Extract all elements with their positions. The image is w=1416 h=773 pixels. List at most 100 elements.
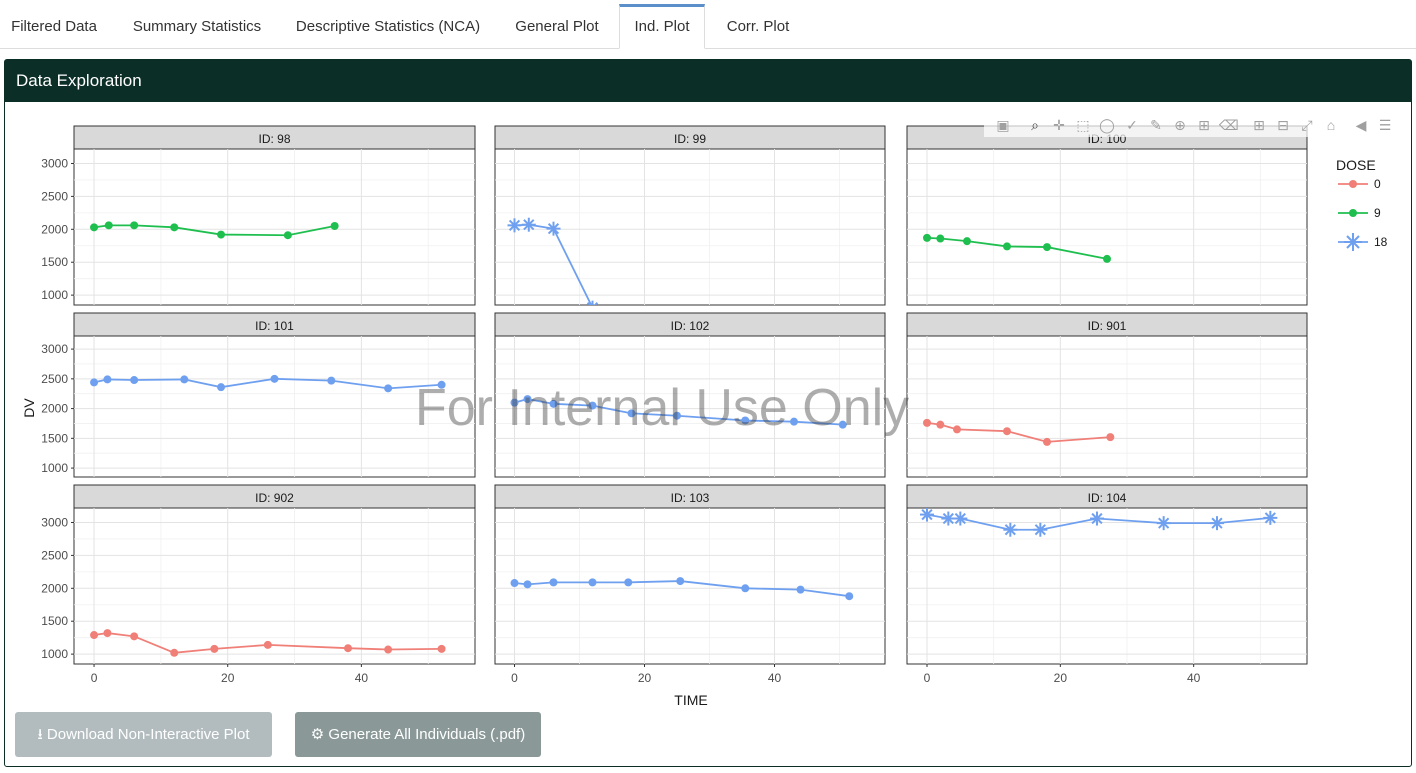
data-point	[790, 417, 798, 426]
y-tick-label: 1500	[41, 255, 68, 269]
facet-103: ID: 103 0 20 40	[494, 484, 886, 685]
lasso-select-icon[interactable]: ◯	[1098, 116, 1116, 134]
data-point	[624, 578, 633, 587]
x-tick-label: 40	[355, 671, 369, 685]
gear-icon: ⚙	[310, 726, 325, 743]
draw-circle-icon[interactable]: ⊕	[1171, 116, 1189, 134]
legend-label: 9	[1374, 206, 1381, 220]
data-point	[384, 645, 393, 654]
data-point	[588, 401, 597, 410]
data-point	[923, 418, 931, 427]
facet-panel	[73, 507, 476, 665]
generate-button-label: Generate All Individuals (.pdf)	[328, 726, 526, 743]
x-tick-label: 20	[638, 671, 652, 685]
facet-panel	[906, 148, 1308, 306]
data-point	[263, 640, 272, 649]
data-point	[523, 580, 532, 589]
data-point	[923, 233, 931, 242]
x-tick-label: 20	[221, 671, 235, 685]
data-point	[180, 375, 189, 384]
data-point	[523, 395, 532, 404]
facet-901: ID: 901	[906, 312, 1308, 478]
camera-icon[interactable]: ▣	[994, 116, 1012, 134]
legend: DOSE 0 9 18	[1336, 157, 1388, 251]
x-tick-label: 0	[924, 671, 931, 685]
data-point	[796, 585, 805, 594]
y-tick-label: 2500	[41, 372, 68, 386]
facet-98: ID: 98 1000 1500 2000 2500 3000	[41, 125, 476, 306]
data-point	[217, 383, 226, 392]
erase-shape-icon[interactable]: ⌫	[1219, 116, 1239, 134]
facet-100: ID: 100	[906, 125, 1308, 306]
data-point	[588, 578, 597, 587]
y-tick-label: 3000	[41, 156, 68, 170]
facet-label: ID: 99	[674, 132, 706, 146]
generate-all-individuals-button[interactable]: ⚙ Generate All Individuals (.pdf)	[295, 712, 541, 757]
data-point	[741, 584, 750, 593]
data-point	[170, 648, 179, 657]
data-point	[510, 398, 519, 407]
data-point	[1103, 254, 1111, 263]
data-point	[130, 376, 139, 385]
facet-label: ID: 902	[255, 491, 294, 505]
y-tick-label: 3000	[41, 515, 68, 529]
x-tick-label: 40	[768, 671, 782, 685]
data-point	[103, 629, 112, 638]
box-select-icon[interactable]: ⬚	[1074, 116, 1092, 134]
data-point	[676, 577, 685, 586]
draw-line-icon[interactable]: ✎	[1147, 116, 1165, 134]
data-point	[130, 632, 139, 641]
facet-label: ID: 102	[671, 319, 710, 333]
y-tick-label: 1000	[41, 288, 68, 302]
data-point	[330, 222, 339, 231]
y-tick-label: 3000	[41, 342, 68, 356]
data-point	[1043, 243, 1051, 252]
draw-open-path-icon[interactable]: ✓	[1123, 116, 1141, 134]
zoom-icon[interactable]: ⌕	[1026, 116, 1044, 134]
autoscale-icon[interactable]: ⤢	[1298, 116, 1316, 134]
x-tick-label: 20	[1054, 671, 1068, 685]
data-point	[1106, 433, 1115, 442]
data-point	[90, 223, 99, 232]
y-tick-label: 1000	[41, 647, 68, 661]
facet-902: ID: 902 1000 1500 2000 2500 3000 0 20 40	[41, 484, 476, 685]
compare-hover-icon[interactable]: ◀	[1352, 116, 1370, 134]
y-tick-label: 2000	[41, 581, 68, 595]
facet-panel	[73, 335, 476, 478]
y-axis-title: DV	[21, 398, 37, 418]
zoom-out-icon[interactable]: ⊟	[1274, 116, 1292, 134]
x-tick-label: 0	[91, 671, 98, 685]
closest-hover-icon[interactable]: ☰	[1376, 116, 1394, 134]
data-point	[507, 218, 522, 233]
download-icon: ⭳	[37, 726, 43, 743]
facet-104: ID: 104 0 20 40	[906, 484, 1308, 685]
pan-icon[interactable]: ✛	[1050, 116, 1068, 134]
data-point	[170, 223, 179, 232]
facet-label: ID: 103	[671, 491, 710, 505]
data-point	[627, 409, 636, 418]
download-plot-button[interactable]: ⭳ Download Non-Interactive Plot	[15, 712, 272, 757]
data-point	[437, 380, 446, 389]
download-button-label: Download Non-Interactive Plot	[46, 726, 250, 743]
data-point	[327, 376, 336, 385]
data-point	[283, 231, 292, 240]
zoom-in-icon[interactable]: ⊞	[1250, 116, 1268, 134]
facet-label: ID: 104	[1088, 491, 1127, 505]
data-point	[845, 592, 854, 601]
data-point	[104, 221, 113, 230]
data-point	[217, 230, 226, 239]
data-point	[270, 374, 279, 383]
y-tick-label: 2500	[41, 548, 68, 562]
data-point	[936, 420, 945, 429]
facet-label: ID: 101	[255, 319, 294, 333]
data-point	[936, 234, 945, 243]
data-point	[1003, 427, 1011, 436]
y-tick-label: 1500	[41, 431, 68, 445]
draw-rect-icon[interactable]: ⊞	[1195, 116, 1213, 134]
data-point	[510, 579, 519, 588]
plotly-modebar: ▣ ⌕ ✛ ⬚ ◯ ✓ ✎ ⊕ ⊞ ⌫ ⊞ ⊟ ⤢ ⌂ ◀ ☰	[984, 113, 1402, 137]
legend-item-18: 18	[1338, 233, 1388, 251]
data-point	[920, 508, 934, 522]
legend-label: 0	[1374, 177, 1381, 191]
home-icon[interactable]: ⌂	[1322, 116, 1340, 134]
